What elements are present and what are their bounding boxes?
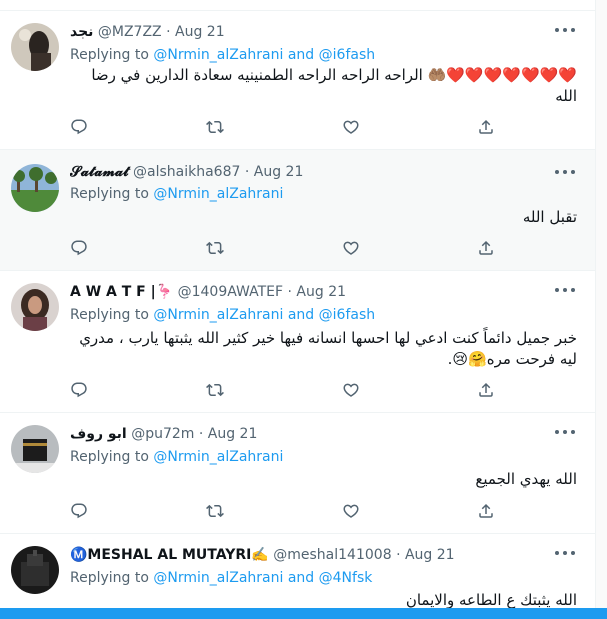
user-handle[interactable]: @1409AWATEF <box>178 284 283 300</box>
more-icon[interactable] <box>555 23 575 37</box>
separator: · <box>166 24 171 40</box>
like-icon[interactable] <box>342 502 362 522</box>
more-icon[interactable] <box>555 165 575 179</box>
mention-link[interactable]: @i6fash <box>319 47 375 63</box>
more-icon[interactable] <box>555 283 575 297</box>
mention-link[interactable]: @Nrmin_alZahrani <box>153 186 283 202</box>
separator: · <box>396 547 401 563</box>
tweet-header: A W A T F |🦩 @1409AWATEF · Aug 21 <box>70 281 565 303</box>
separator: · <box>244 164 250 180</box>
like-icon[interactable] <box>342 118 362 138</box>
avatar[interactable] <box>11 23 59 71</box>
reply-icon[interactable] <box>70 118 90 138</box>
mention-link[interactable]: @i6fash <box>319 307 375 323</box>
timestamp[interactable]: Aug 21 <box>175 24 225 40</box>
mention-link[interactable]: @Nrmin_alZahrani <box>153 449 283 465</box>
replying-label: Replying to <box>70 47 154 63</box>
tweet[interactable]: ابو روف @pu72m · Aug 21 Replying to @Nrm… <box>0 413 595 534</box>
retweet-icon[interactable] <box>206 239 226 259</box>
reply-icon[interactable] <box>70 381 90 401</box>
replying-to: Replying to @Nrmin_alZahrani <box>70 184 283 204</box>
replying-label: Replying to <box>70 186 154 202</box>
tweet-actions <box>70 502 500 522</box>
share-icon[interactable] <box>477 239 497 259</box>
bottom-bar <box>0 608 607 619</box>
tweet-header: Ⓜ️MESHAL AL MUTAYRI✍️ @meshal141008 · Au… <box>70 544 565 566</box>
share-icon[interactable] <box>477 502 497 522</box>
tweet[interactable]: A W A T F |🦩 @1409AWATEF · Aug 21 Replyi… <box>0 271 595 413</box>
avatar[interactable] <box>11 546 59 594</box>
like-icon[interactable] <box>342 239 362 259</box>
reply-icon[interactable] <box>70 502 90 522</box>
tweet[interactable]: Ⓜ️MESHAL AL MUTAYRI✍️ @meshal141008 · Au… <box>0 534 595 619</box>
mention-link[interactable]: @Nrmin_alZahrani <box>153 47 283 63</box>
user-handle[interactable]: @pu72m <box>131 426 194 442</box>
and-text: and <box>283 307 319 323</box>
replying-to: Replying to @Nrmin_alZahrani and @4Nfsk <box>70 568 372 588</box>
user-handle[interactable]: @meshal141008 <box>273 547 391 563</box>
replying-to: Replying to @Nrmin_alZahrani and @i6fash <box>70 305 375 325</box>
like-icon[interactable] <box>342 381 362 401</box>
tweet-text: ❤️❤️❤️❤️❤️❤️❤️🤲🏽 الراحه الراحه الراحه ال… <box>91 66 577 105</box>
mention-link[interactable]: @Nrmin_alZahrani <box>153 570 283 586</box>
tweet[interactable]: نجد @MZ7ZZ · Aug 21 Replying to @Nrmin_a… <box>0 11 595 150</box>
and-text: and <box>283 570 319 586</box>
display-name[interactable]: Ⓜ️MESHAL AL MUTAYRI✍️ <box>70 547 269 563</box>
tweet-text: الله يهدي الجميع <box>475 470 577 488</box>
timestamp[interactable]: Aug 21 <box>254 164 304 180</box>
tweet-header: نجد @MZ7ZZ · Aug 21 <box>70 21 565 43</box>
avatar[interactable] <box>11 164 59 212</box>
tweet-header: 𝓢𝓪𝓽𝓪𝓶𝓪𝓽 @alshaikha687 · Aug 21 <box>70 161 565 183</box>
retweet-icon[interactable] <box>206 118 226 138</box>
timestamp[interactable]: Aug 21 <box>208 426 258 442</box>
user-handle[interactable]: @MZ7ZZ <box>98 24 162 40</box>
timeline: نجد @MZ7ZZ · Aug 21 Replying to @Nrmin_a… <box>0 0 596 619</box>
tweet-header: ابو روف @pu72m · Aug 21 <box>70 423 565 445</box>
tweet-text: تقبل الله <box>522 208 577 226</box>
separator: · <box>287 284 292 300</box>
replying-label: Replying to <box>70 570 154 586</box>
timestamp[interactable]: Aug 21 <box>405 547 455 563</box>
tweet-actions <box>70 381 500 401</box>
avatar[interactable] <box>11 283 59 331</box>
display-name[interactable]: A W A T F |🦩 <box>70 284 173 300</box>
replying-to: Replying to @Nrmin_alZahrani and @i6fash <box>70 45 375 65</box>
tweet[interactable]: 𝓢𝓪𝓽𝓪𝓶𝓪𝓽 @alshaikha687 · Aug 21 Replying … <box>0 150 595 271</box>
tweet-actions <box>70 118 500 138</box>
retweet-icon[interactable] <box>206 502 226 522</box>
more-icon[interactable] <box>555 546 575 560</box>
timestamp[interactable]: Aug 21 <box>296 284 346 300</box>
retweet-icon[interactable] <box>206 381 226 401</box>
share-icon[interactable] <box>477 381 497 401</box>
share-icon[interactable] <box>477 118 497 138</box>
separator: · <box>198 426 204 442</box>
replying-label: Replying to <box>70 449 154 465</box>
display-name[interactable]: 𝓢𝓪𝓽𝓪𝓶𝓪𝓽 <box>70 164 129 180</box>
user-handle[interactable]: @alshaikha687 <box>133 164 240 180</box>
display-name[interactable]: نجد <box>70 24 93 40</box>
avatar[interactable] <box>11 425 59 473</box>
mention-link[interactable]: @Nrmin_alZahrani <box>153 307 283 323</box>
tweet-text: خبر جميل دائماً كنت ادعي لها احسها انسان… <box>79 329 577 368</box>
replying-to: Replying to @Nrmin_alZahrani <box>70 447 283 467</box>
scrollbar[interactable] <box>596 0 607 608</box>
tweet-actions <box>70 239 500 259</box>
replying-label: Replying to <box>70 307 154 323</box>
mention-link[interactable]: @4Nfsk <box>319 570 373 586</box>
more-icon[interactable] <box>555 425 575 439</box>
and-text: and <box>283 47 319 63</box>
reply-icon[interactable] <box>70 239 90 259</box>
display-name[interactable]: ابو روف <box>70 426 127 442</box>
